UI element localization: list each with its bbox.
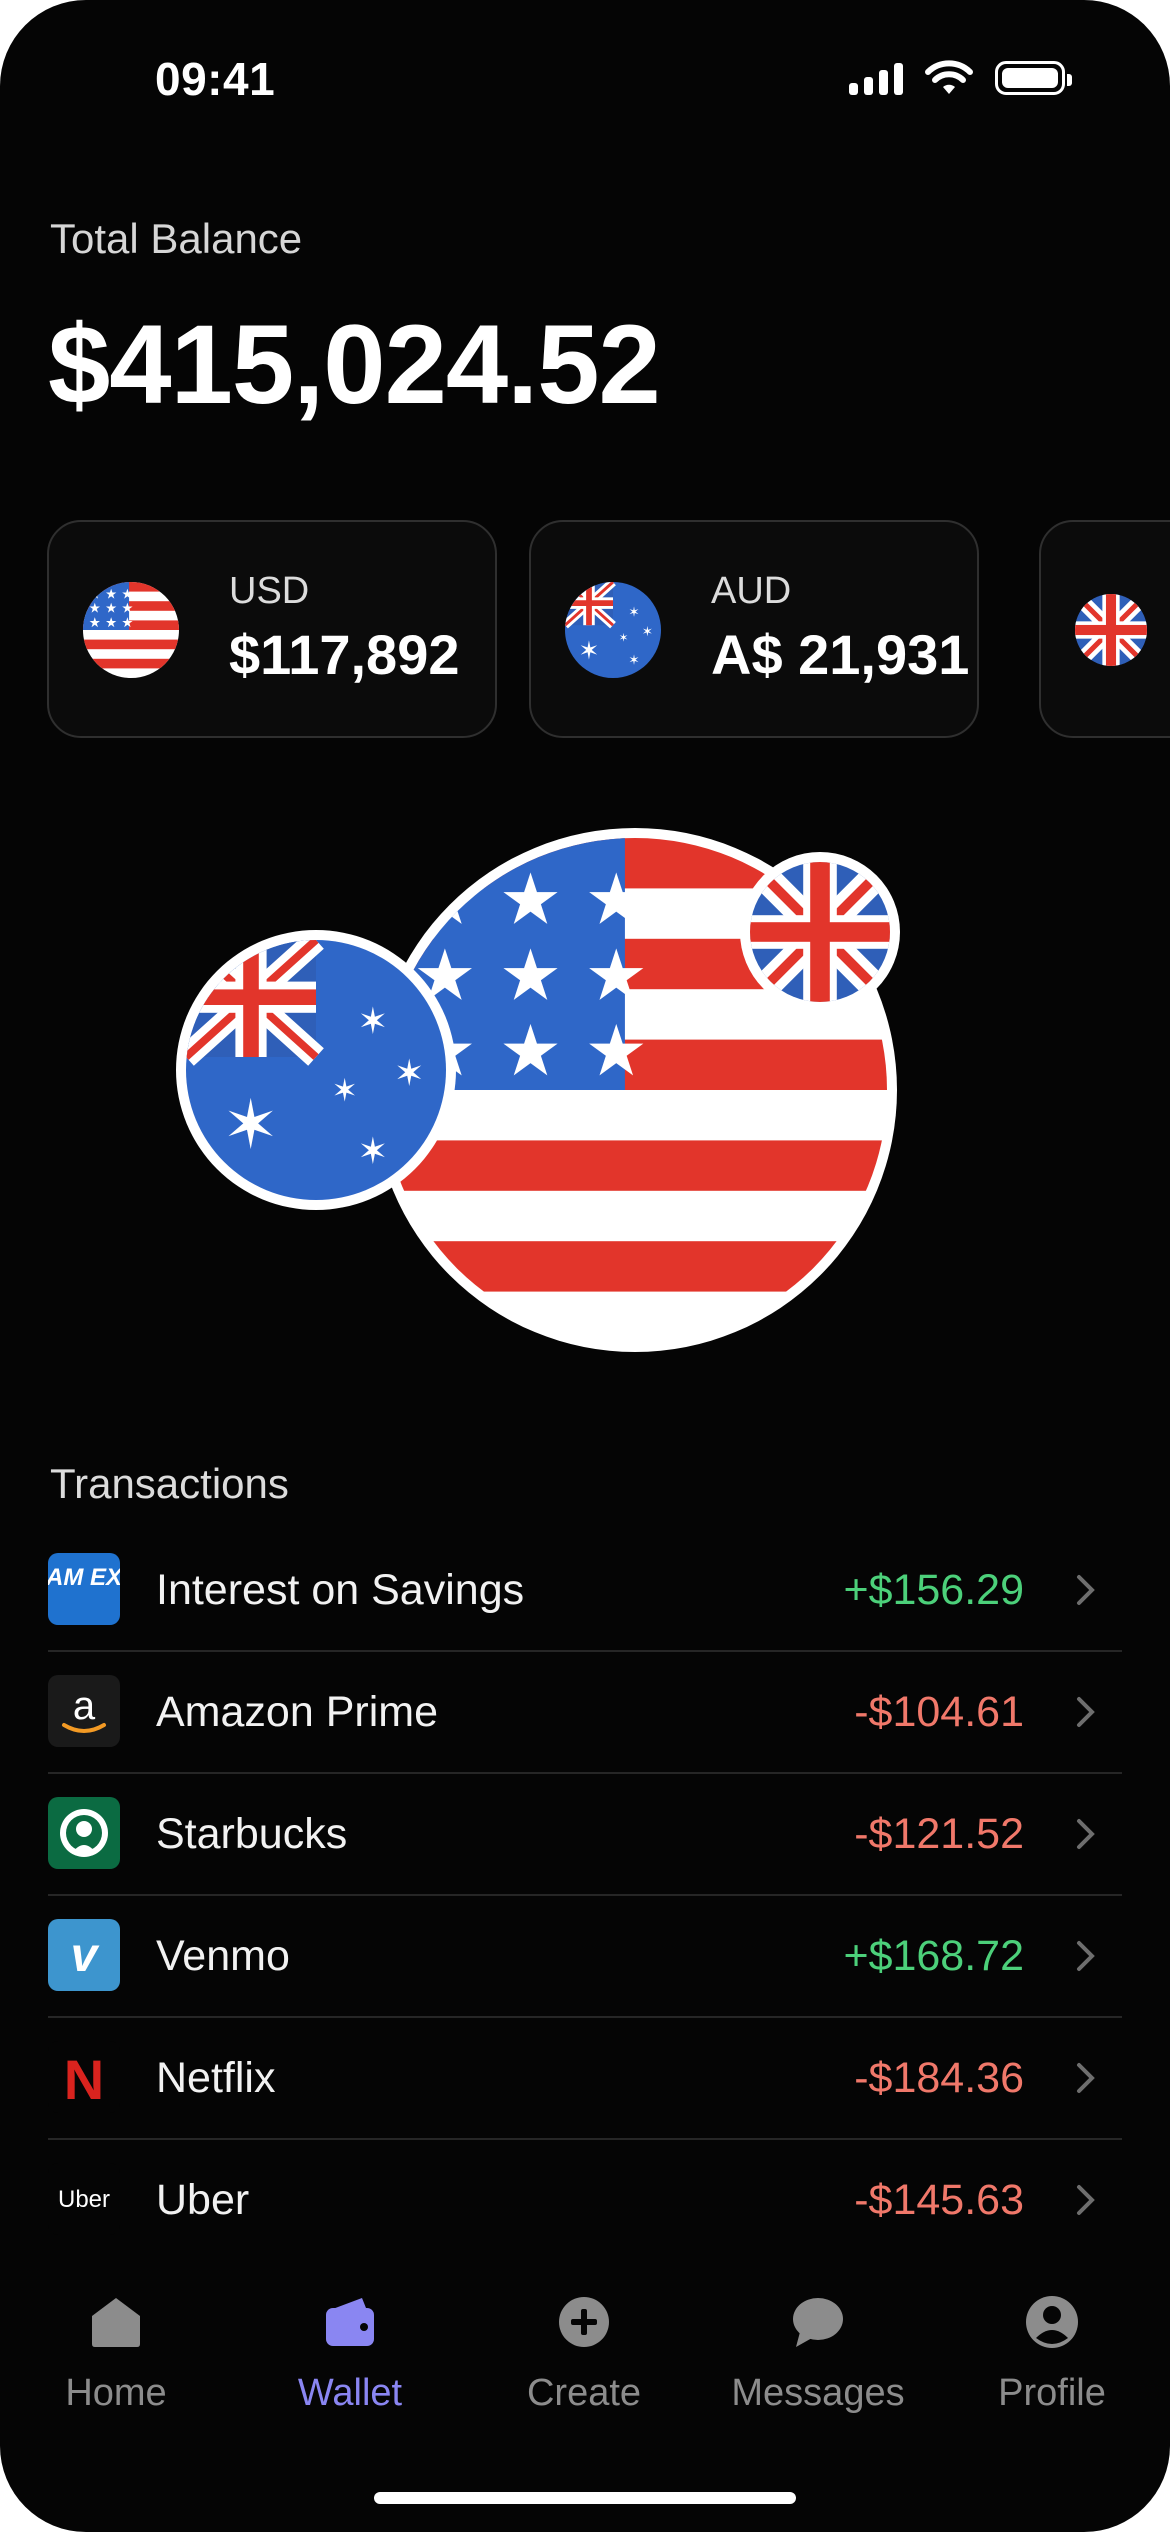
cellular-signal-icon [849,61,903,95]
tab-profile[interactable]: Profile [952,2270,1152,2415]
amex-logo: AM EX [48,1553,120,1625]
plus-circle-icon [559,2297,609,2347]
us-flag-icon [83,582,179,678]
tab-create[interactable]: Create [484,2270,684,2415]
svg-text:Uber: Uber [58,2186,110,2213]
transaction-name: Amazon Prime [156,1688,438,1736]
home-indicator[interactable] [374,2492,796,2504]
battery-icon [995,61,1072,95]
transaction-amount: +$156.29 [843,1566,1024,1614]
svg-text:N: N [64,2048,104,2111]
au-flag-icon [565,582,661,678]
transaction-amount: -$145.63 [854,2176,1024,2224]
total-balance-amount: $415,024.52 [48,302,661,427]
chevron-right-icon [1077,2185,1095,2215]
transaction-name: Interest on Savings [156,1566,525,1614]
tab-label: Create [526,2372,642,2414]
tab-label: Home [65,2372,167,2414]
svg-text:AM EX: AM EX [48,1564,120,1591]
transaction-row[interactable]: N Netflix -$184.36 [48,2018,1122,2140]
transaction-row[interactable]: Starbucks -$121.52 [48,1774,1122,1896]
transaction-row[interactable]: v Venmo +$168.72 [48,1896,1122,2018]
currency-card-aud[interactable]: AUD A$ 21,931 [529,520,979,738]
transaction-amount: -$184.36 [854,2054,1024,2102]
tab-label: Wallet [297,2372,403,2414]
currency-flags-illustration [176,828,900,1352]
tab-label: Messages [731,2372,905,2414]
transaction-name: Netflix [156,2054,276,2102]
wifi-icon [925,60,973,94]
transaction-amount: +$168.72 [843,1932,1024,1980]
wallet-icon [326,2298,374,2346]
netflix-logo: N [48,2041,120,2113]
venmo-logo: v [48,1919,120,1991]
transaction-name: Uber [156,2176,250,2224]
tab-home[interactable]: Home [16,2270,216,2415]
transactions-heading: Transactions [50,1460,289,1507]
transaction-name: Starbucks [156,1810,348,1858]
transaction-amount: -$121.52 [854,1810,1024,1858]
home-icon [92,2298,140,2347]
transaction-row[interactable]: a Amazon Prime -$104.61 [48,1652,1122,1774]
tab-label: Profile [998,2372,1106,2414]
svg-text:v: v [71,1929,100,1982]
chevron-right-icon [1077,1819,1095,1849]
profile-icon [1026,2296,1078,2348]
svg-text:a: a [73,1684,96,1728]
uber-logo: Uber [48,2163,120,2235]
amazon-logo: a [48,1675,120,1747]
tab-messages[interactable]: Messages [718,2270,918,2415]
currency-code: AUD [711,570,792,612]
transaction-name: Venmo [156,1932,290,1980]
transaction-row[interactable]: AM EX Interest on Savings +$156.29 [48,1530,1122,1652]
status-icons [849,60,1072,96]
chevron-right-icon [1077,2063,1095,2093]
chat-bubble-icon [793,2298,843,2347]
starbucks-logo [48,1797,120,1869]
tab-wallet[interactable]: Wallet [250,2270,450,2415]
currency-amount: $117,892 [229,623,460,686]
tab-bar: Home Wallet Create Messages Profile [0,2270,1170,2440]
transaction-amount: -$104.61 [854,1688,1024,1736]
transactions-list: AM EX Interest on Savings +$156.29 a Ama… [48,1530,1122,2260]
status-time: 09:41 [155,53,276,105]
currency-card-gbp[interactable] [1039,520,1170,738]
currency-amount: A$ 21,931 [711,623,970,686]
currency-card-usd[interactable]: USD $117,892 [47,520,497,738]
chevron-right-icon [1077,1575,1095,1605]
uk-flag-icon [1075,594,1147,666]
currency-cards-carousel[interactable]: USD $117,892 AUD A$ 21,931 [47,520,1170,740]
chevron-right-icon [1077,1941,1095,1971]
transaction-row[interactable]: Uber Uber -$145.63 [48,2140,1122,2260]
phone-screen: 09:41 Total Balance $415,024.52 USD $117… [0,0,1170,2532]
chevron-right-icon [1077,1697,1095,1727]
currency-code: USD [229,570,310,612]
total-balance-label: Total Balance [50,215,303,262]
